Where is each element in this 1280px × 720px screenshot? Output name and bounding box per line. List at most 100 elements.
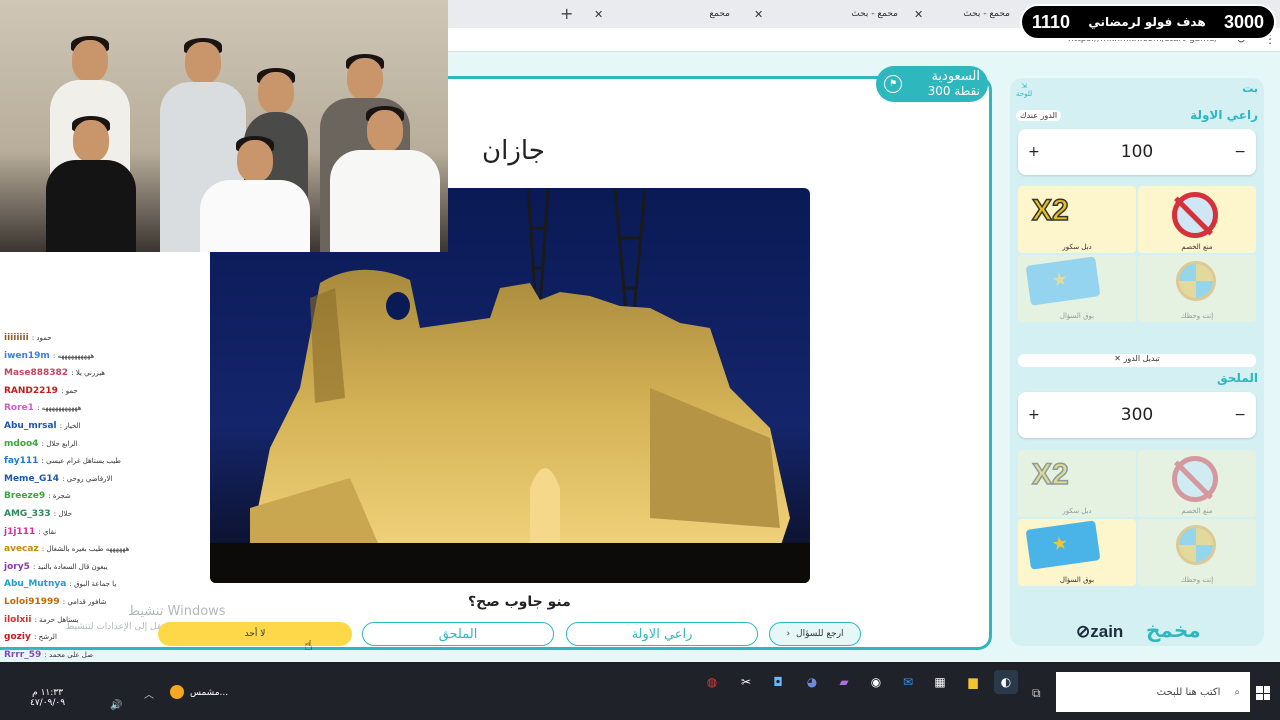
capcut-icon[interactable]: ✂ <box>734 670 758 694</box>
chat-text: : حمو <box>61 386 78 395</box>
chat-username: Rrrr_59 <box>4 649 42 660</box>
chat-username: AMG_333 <box>4 508 51 519</box>
goal-text: هدف فولو لرمضاني <box>1088 15 1206 29</box>
back-to-question-button[interactable]: ارجع للسؤال ‹ <box>769 622 861 646</box>
team-b-score-box: + 300 − <box>1018 392 1256 438</box>
power-label: إنت وحظك <box>1180 576 1214 584</box>
obs-icon[interactable]: ◍ <box>700 670 724 694</box>
team-a-name: راعي الاولة <box>1190 108 1258 122</box>
block-opponent-power[interactable]: منع الخصم <box>1138 186 1256 253</box>
team-b-plus-button[interactable]: + <box>1028 407 1040 423</box>
team-b-header: الملحق <box>1016 371 1258 385</box>
chat-username: Loloi91999 <box>4 596 60 607</box>
double-score-power[interactable]: X2 دبل سكور <box>1018 186 1136 253</box>
team-a-plus-button[interactable]: + <box>1028 144 1040 160</box>
team-a-score: 100 <box>1120 142 1154 162</box>
swap-icon: ✕ <box>1114 354 1121 363</box>
power-label: دبل سكور <box>1062 507 1092 515</box>
back-button-label: ارجع للسؤال <box>796 629 844 639</box>
steam-icon[interactable]: ◉ <box>864 670 888 694</box>
twitch-icon[interactable]: ▰ <box>832 670 856 694</box>
chat-text: : يبغون قال السعادة بالنيد <box>32 562 108 571</box>
chat-text: : صل على محمد <box>44 650 94 659</box>
tab[interactable]: ✕ محمع - بحث <box>910 3 1020 25</box>
chat-username: avecaz <box>4 544 39 555</box>
chat-message: ilolxii : يستاهل حرمة <box>0 612 260 630</box>
new-tab-button[interactable]: + <box>560 4 573 23</box>
double-score-power[interactable]: X2 دبل سكور <box>1018 450 1136 517</box>
team-a-minus-button[interactable]: − <box>1234 144 1246 160</box>
search-icon: ⌕ <box>1234 686 1240 698</box>
discord-icon[interactable]: ◕ <box>800 670 824 694</box>
chat-username: Mase888382 <box>4 368 69 379</box>
chat-text: : ههههههه طيب بغيره بالشغال <box>41 545 130 554</box>
horn-question-power[interactable]: بوق السؤال <box>1018 255 1136 322</box>
follow-goal-overlay: 1110 هدف فولو لرمضاني 3000 <box>1020 4 1276 40</box>
chat-text: : الرابع حلال <box>41 439 78 448</box>
chat-text: : يا جماعة البوق <box>69 580 117 589</box>
team-b-answered-button[interactable]: الملحق <box>362 622 554 646</box>
chat-message: Mase888382 : هيزرني يلا <box>0 365 260 383</box>
cards-icon <box>1025 520 1101 570</box>
team-a-powers: X2 دبل سكور منع الخصم بوق السؤال إنت وحظ… <box>1018 186 1256 322</box>
close-tab-icon[interactable]: ✕ <box>914 8 923 21</box>
chat-text: : حلال <box>53 509 72 518</box>
speaker-icon[interactable]: 🔊 <box>110 700 122 711</box>
weather-sun-icon <box>170 685 184 699</box>
board-label: للوحة <box>1016 90 1033 98</box>
swap-turn-button[interactable]: تبديل الدور ✕ <box>1018 354 1256 367</box>
close-tab-icon[interactable]: ✕ <box>754 8 763 21</box>
luck-wheel-power[interactable]: إنت وحظك <box>1138 519 1256 586</box>
board-link[interactable]: ⇲ للوحة <box>1016 82 1032 98</box>
clock-time: ١١:٣٣ م <box>32 688 63 698</box>
chat-message: fay111 : طيب يستاهل غرام عيسى <box>0 453 260 471</box>
chat-message: iiiiiiii : حمود <box>0 330 260 348</box>
who-answered-prompt: منو جاوب صح؟ <box>468 594 571 610</box>
chat-username: Meme_G14 <box>4 473 59 484</box>
weather-text[interactable]: مشمس... <box>190 688 228 698</box>
team-a-header: راعي الاولة الدور عندك <box>1016 108 1258 122</box>
search-placeholder: اكتب هنا للبحث <box>1156 686 1221 698</box>
chat-message: AMG_333 : حلال <box>0 506 260 524</box>
close-tab-icon[interactable]: ✕ <box>594 8 603 21</box>
chat-message: mdoo4 : الرابع حلال <box>0 436 260 454</box>
scoreboard-header: ⇲ للوحة بت <box>1016 82 1258 98</box>
power-label: منع الخصم <box>1181 507 1213 515</box>
team-b-minus-button[interactable]: − <box>1234 407 1246 423</box>
chat-username: fay111 <box>4 456 39 467</box>
person <box>330 106 440 252</box>
horn-question-power[interactable]: بوق السؤال <box>1018 519 1136 586</box>
chat-username: goziy <box>4 632 31 643</box>
mail-icon[interactable]: ✉ <box>896 670 920 694</box>
swap-turn-label: تبديل الدور <box>1123 354 1160 363</box>
turn-badge: الدور عندك <box>1016 109 1062 121</box>
windows-start-icon[interactable] <box>1256 686 1270 700</box>
taskbar-search[interactable]: اكتب هنا للبحث ⌕ <box>1056 672 1250 712</box>
chat-text: : يستاهل حرمة <box>34 615 79 624</box>
clock-date: ٤٧/٠٩/٠٩ <box>30 698 66 708</box>
power-label: دبل سكور <box>1062 243 1092 251</box>
question-text: جازان <box>482 136 545 166</box>
team-a-answered-button[interactable]: راعي الاولة <box>566 622 758 646</box>
taskbar-clock[interactable]: ١١:٣٣ م ٤٧/٠٩/٠٩ <box>30 688 65 708</box>
tab[interactable]: ✕ محمع - بحث <box>750 3 908 25</box>
store-icon[interactable]: ▦ <box>928 670 952 694</box>
x2-icon: X2 <box>1031 193 1069 228</box>
tray-chevron-icon[interactable]: ︿ <box>144 686 154 701</box>
task-view-icon[interactable]: ⧉ <box>1032 686 1041 701</box>
power-label: منع الخصم <box>1181 243 1213 251</box>
chat-message: goziy : الرشح <box>0 629 260 647</box>
luck-wheel-power[interactable]: إنت وحظك <box>1138 255 1256 322</box>
chat-text: : الخيار <box>59 421 81 430</box>
chat-message: Rore1 : هههههههههههه <box>0 400 260 418</box>
chat-message: j1j111 : نقاي <box>0 524 260 542</box>
stream-chat: iiiiiiii : حمود iwen19m : ههههههههههه Mase… <box>0 330 260 660</box>
edge-icon[interactable]: ◐ <box>994 670 1018 694</box>
app-icon[interactable]: ◘ <box>766 670 790 694</box>
chat-text: : طيب يستاهل غرام عيسى <box>41 457 121 466</box>
file-explorer-icon[interactable]: ▆ <box>961 670 985 694</box>
chat-text: : نقاي <box>38 527 57 536</box>
block-opponent-power[interactable]: منع الخصم <box>1138 450 1256 517</box>
chat-username: Abu_Mutnya <box>4 579 67 590</box>
tab[interactable]: ✕ محمع <box>590 3 740 25</box>
